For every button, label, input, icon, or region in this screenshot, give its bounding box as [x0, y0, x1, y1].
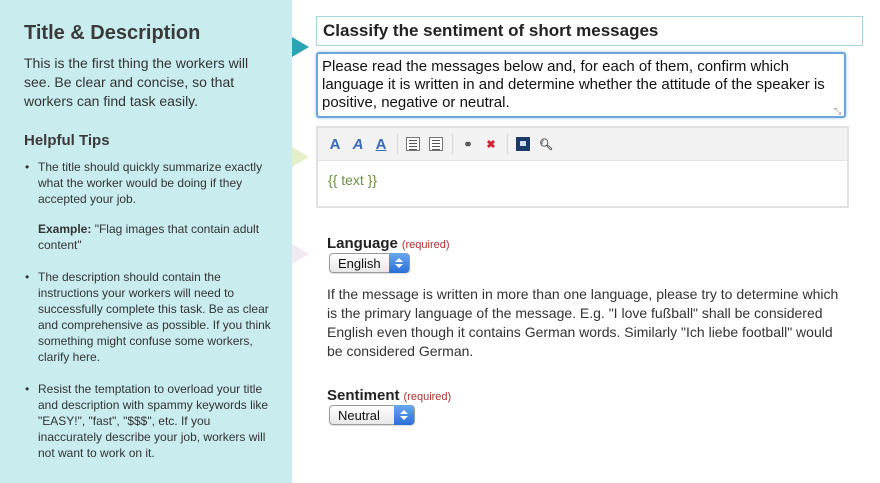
tip-text: Resist the temptation to overload your t… [38, 382, 269, 460]
resize-grip-icon[interactable]: ⤡ [834, 106, 844, 116]
select-arrows-icon [394, 405, 414, 425]
instructions-editor: A A A ⚭ ✖ 🔍︎ {{ text }} [316, 126, 849, 208]
section-pointer [292, 147, 309, 167]
sentiment-selected-value: Neutral [338, 408, 380, 423]
preview-icon[interactable]: 🔍︎ [537, 135, 555, 153]
language-help-text: If the message is written in more than o… [327, 286, 839, 359]
sentiment-select[interactable]: Neutral [329, 405, 415, 425]
sentiment-label: Sentiment (required) [327, 387, 451, 404]
toolbar-divider [397, 134, 398, 154]
italic-font-icon[interactable]: A [349, 135, 367, 153]
tips-list: The title should quickly summarize exact… [24, 159, 274, 461]
sentiment-label-text: Sentiment [327, 387, 400, 404]
sidebar-title: Title & Description [24, 22, 201, 44]
language-label: Language (required) [327, 235, 450, 252]
active-section-pointer [292, 37, 309, 57]
image-icon[interactable] [514, 135, 532, 153]
help-sidebar: Title & Description This is the first th… [0, 0, 292, 483]
editor-toolbar: A A A ⚭ ✖ 🔍︎ [318, 128, 847, 161]
tip-example: Example: "Flag images that contain adult… [38, 221, 274, 253]
toolbar-divider [507, 134, 508, 154]
toolbar-divider [452, 134, 453, 154]
underline-font-icon[interactable]: A [372, 135, 390, 153]
tip-item: Resist the temptation to overload your t… [24, 381, 274, 461]
helpful-tips-heading: Helpful Tips [24, 132, 110, 149]
select-arrows-icon [389, 253, 409, 273]
section-pointer [292, 244, 309, 264]
required-note: (required) [401, 239, 450, 251]
language-select[interactable]: English [329, 253, 410, 273]
tip-item: The description should contain the instr… [24, 269, 274, 365]
font-size-icon[interactable]: A [326, 135, 344, 153]
unlink-icon[interactable]: ✖ [482, 135, 500, 153]
tip-item: The title should quickly summarize exact… [24, 159, 274, 253]
editor-content[interactable]: {{ text }} [318, 161, 847, 199]
tip-text: The title should quickly summarize exact… [38, 160, 263, 206]
example-label: Example: [38, 222, 92, 236]
job-title-input[interactable] [316, 16, 863, 46]
ordered-list-icon[interactable] [427, 135, 445, 153]
language-selected-value: English [338, 256, 381, 271]
unordered-list-icon[interactable] [404, 135, 422, 153]
sidebar-intro: This is the first thing the workers will… [24, 55, 249, 109]
tip-text: The description should contain the instr… [38, 270, 271, 364]
required-note: (required) [403, 391, 452, 403]
link-icon[interactable]: ⚭ [459, 135, 477, 153]
job-description-textarea[interactable]: Please read the messages below and, for … [316, 52, 846, 118]
language-label-text: Language [327, 235, 398, 252]
